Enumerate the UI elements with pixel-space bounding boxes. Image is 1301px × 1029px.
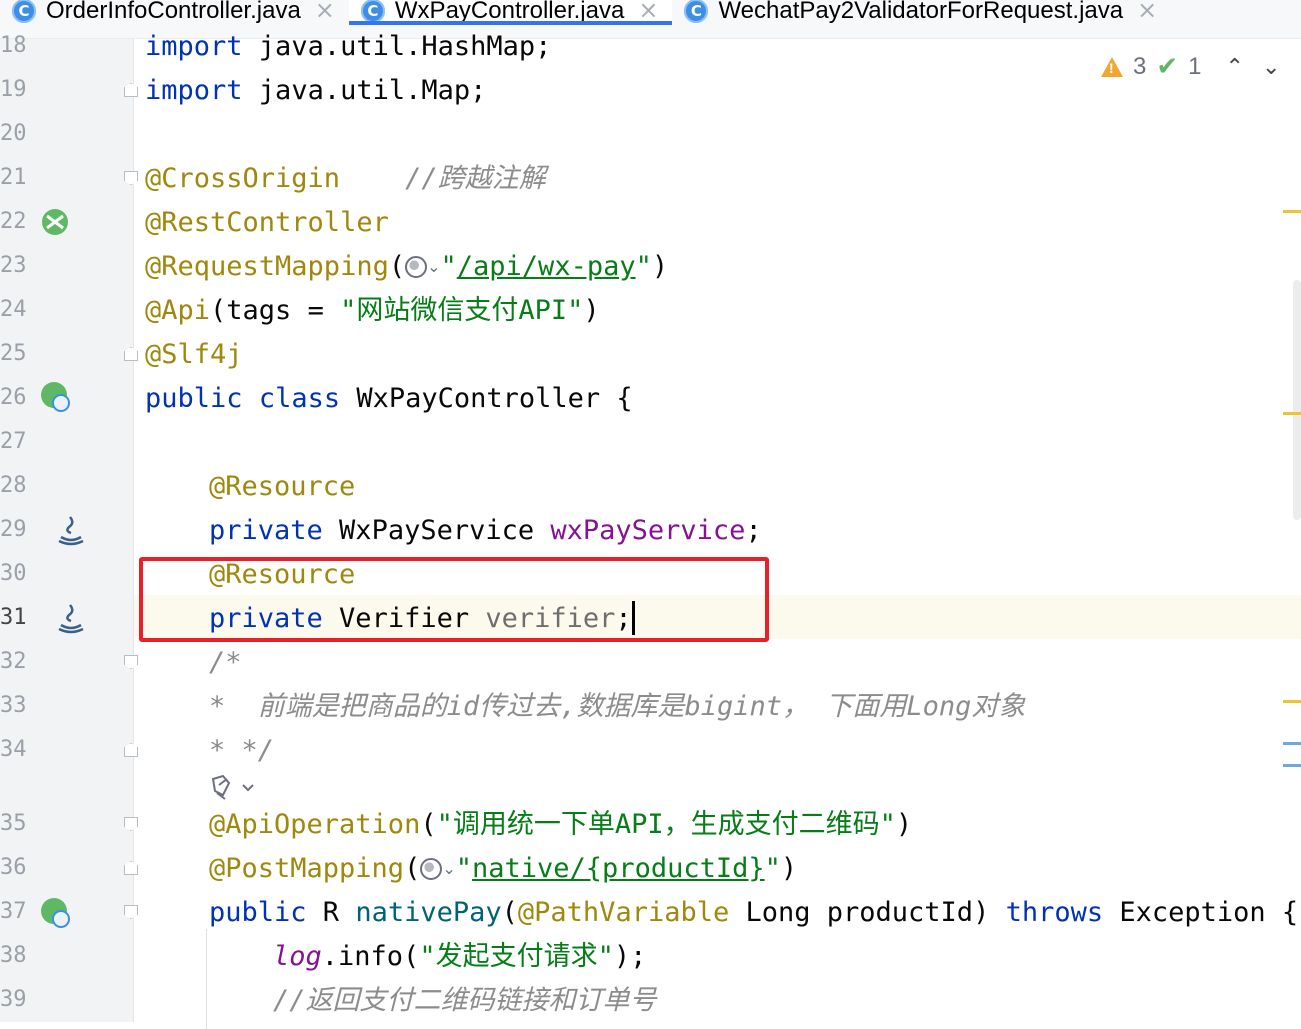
line-number: 21 [0,165,27,190]
line-number: 36 [0,855,27,880]
close-icon[interactable]: × [638,0,658,24]
code-line-28: @Resource [209,471,356,502]
line-number: 24 [0,297,27,322]
web-url-icon[interactable] [405,256,428,278]
code-line-25: @Slf4j [145,339,243,370]
line-number: 30 [0,561,27,586]
line-number: 20 [0,121,27,146]
web-url-icon[interactable] [420,858,443,880]
web-endpoint-icon[interactable] [40,897,72,929]
spring-bean-icon[interactable] [40,207,70,237]
class-icon: C [360,0,385,23]
line-number: 29 [0,517,27,542]
code-line-37: public R nativePay(@PathVariable Long pr… [209,897,1299,928]
class-icon: C [12,0,36,23]
line-number: 19 [0,77,27,102]
code-editor[interactable]: import java.util.HashMap; import java.ut… [134,31,1301,1029]
class-icon: C [684,0,709,23]
line-number: 23 [0,253,27,278]
tab-wechatpay2validator[interactable]: C WechatPay2ValidatorForRequest.java × [672,0,1171,24]
line-number: 22 [0,209,27,234]
web-endpoint-icon[interactable] [40,381,72,413]
code-line-34: * */ [209,735,275,766]
chevron-down-icon[interactable]: ⌄ [427,257,440,276]
line-number: 18 [0,33,27,58]
code-line-33: * 前端是把商品的id传过去,数据库是bigint， 下面用Long对象 [209,691,1026,722]
line-number: 35 [0,811,27,836]
warning-icon [1101,57,1123,77]
line-number: 32 [0,649,27,674]
line-number: 34 [0,737,27,762]
line-number: 31 [0,605,27,630]
code-line-29: private WxPayService wxPayService; [209,515,762,546]
ai-assist-icon[interactable] [209,773,261,803]
info-marker[interactable] [1283,764,1301,767]
code-line-35: @ApiOperation("调用统一下单API，生成支付二维码") [209,809,913,840]
chevron-down-icon[interactable]: ⌄ [442,859,455,878]
line-number: 33 [0,693,27,718]
indent-guide [206,929,207,1029]
warning-marker[interactable] [1283,210,1301,213]
code-line-21: @CrossOrigin //跨越注解 [145,163,546,194]
previous-highlight-button[interactable]: ⌃ [1226,55,1244,80]
highlight-box [139,557,769,642]
tab-wxpaycontroller[interactable]: C WxPayController.java × [348,0,673,25]
tab-orderinfocontroller[interactable]: C OrderInfoController.java × [0,0,349,24]
line-number: 28 [0,473,27,498]
tab-label: OrderInfoController.java [46,0,301,24]
code-line-18: import java.util.HashMap; [145,31,552,62]
warning-count: 3 [1133,53,1147,80]
warning-marker[interactable] [1283,700,1301,703]
java-bean-icon[interactable] [55,513,87,547]
java-bean-icon[interactable] [55,601,87,635]
line-number: 38 [0,943,27,968]
line-number: 27 [0,429,27,454]
code-line-26: public class WxPayController { [145,383,633,414]
tab-label: WxPayController.java [394,0,625,24]
line-number: 37 [0,899,27,924]
next-highlight-button[interactable]: ⌄ [1262,55,1280,80]
warning-marker[interactable] [1283,412,1301,415]
code-line-38: log.info("发起支付请求"); [273,941,647,972]
vertical-scrollbar[interactable] [1293,280,1301,520]
tab-label: WechatPay2ValidatorForRequest.java [718,0,1124,24]
check-icon: ✔ [1156,52,1179,82]
code-line-23: @RequestMapping(⌄"/api/wx-pay") [145,251,669,282]
info-marker[interactable] [1283,742,1301,745]
line-number: 26 [0,385,27,410]
code-line-36: @PostMapping(⌄"native/{productId}") [209,853,798,884]
code-line-22: @RestController [145,207,389,238]
code-line-32: /* [209,647,242,678]
close-icon[interactable]: × [1137,0,1157,24]
line-number: 39 [0,987,27,1012]
ok-count: 1 [1188,53,1202,80]
code-line-19: import java.util.Map; [145,75,487,106]
line-number: 25 [0,341,27,366]
code-line-39: //返回支付二维码链接和订单号 [273,985,657,1016]
code-line-24: @Api(tags = "网站微信支付API") [145,295,600,326]
close-icon[interactable]: × [315,0,335,24]
editor-gutter: 18 19 20 21 22 23 24 25 26 27 28 29 30 3… [0,33,138,1022]
inspection-widget[interactable]: 3 ✔ 1 ⌃ ⌄ [1101,50,1301,84]
